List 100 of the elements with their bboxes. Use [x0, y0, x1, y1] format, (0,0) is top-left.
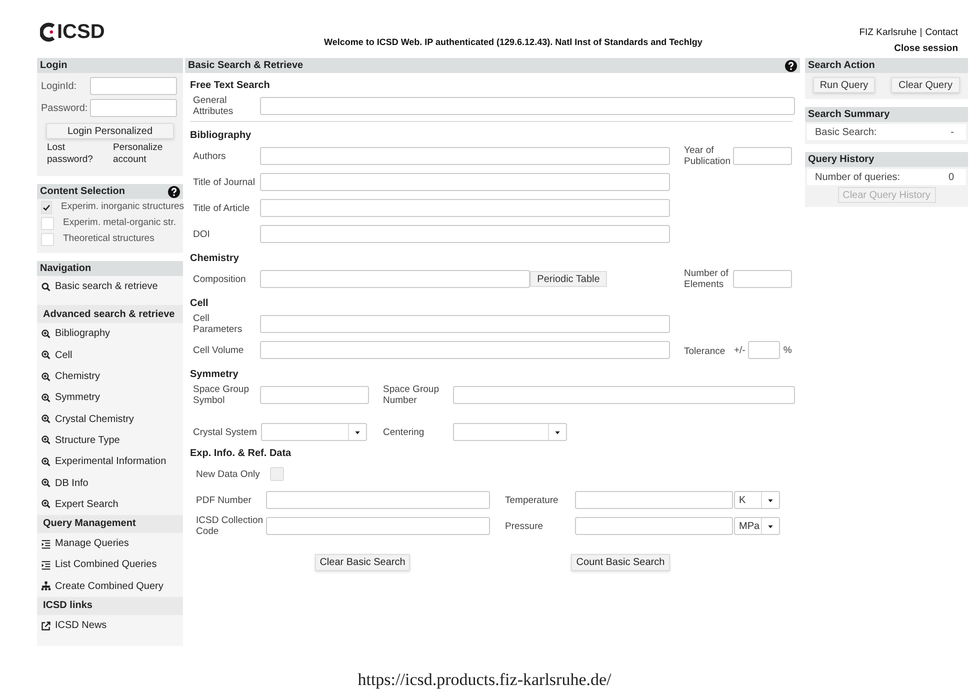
field-label: Cell Parameters [192, 313, 244, 335]
summary-label: Basic Search: [815, 126, 877, 140]
section-title: Free Text Search [190, 79, 271, 93]
input-field[interactable] [260, 270, 530, 288]
zoom-in-icon [41, 392, 51, 403]
query-button[interactable]: Run Query [813, 77, 875, 93]
field-label: Tolerance [684, 346, 726, 356]
nav-subheader: Advanced search & retrieve [37, 305, 183, 324]
field-label: Temperature [505, 494, 560, 506]
caret-icon [354, 428, 361, 436]
nav-item[interactable]: Bibliography [37, 323, 183, 345]
hierarchy-icon [41, 581, 51, 592]
checkbox[interactable] [41, 201, 52, 214]
input-field[interactable] [260, 341, 670, 359]
zoom-in-icon [41, 328, 51, 339]
select-value: K [738, 494, 747, 508]
zoom-in-icon [41, 350, 51, 360]
nav-item[interactable]: Symmetry [37, 387, 183, 408]
zoom-in-icon [41, 456, 51, 467]
input-field[interactable] [733, 270, 792, 288]
field-label: Year of Publication [684, 145, 732, 167]
external-link-icon [41, 620, 51, 630]
field-label: PDF Number [195, 494, 252, 506]
list-icon [41, 538, 51, 549]
section-header: Login [37, 58, 183, 73]
input-field[interactable] [260, 97, 795, 115]
input-field[interactable] [260, 199, 670, 217]
check-icon [42, 203, 51, 212]
nav-item[interactable]: DB Info [37, 472, 183, 494]
checkbox[interactable] [41, 233, 54, 246]
summary-value: - [950, 126, 954, 140]
section-title: Exp. Info. & Ref. Data [190, 447, 292, 461]
section-header: Query History [805, 152, 968, 167]
account-link[interactable]: Personalize account [113, 142, 169, 166]
input-field[interactable] [260, 147, 670, 165]
field-label: Composition [192, 274, 247, 284]
input-field[interactable] [733, 147, 792, 165]
field-label: % [783, 344, 792, 356]
input-field[interactable] [748, 341, 780, 359]
header-link[interactable]: FIZ Karlsruhe [859, 26, 917, 40]
nav-item[interactable]: ICSD News [37, 614, 183, 636]
field-label: Cell Volume [192, 344, 245, 356]
header-link[interactable]: Contact [925, 26, 958, 40]
nav-item[interactable]: Structure Type [37, 430, 183, 452]
nav-item[interactable]: Crystal Chemistry [37, 408, 183, 430]
zoom-in-icon [41, 435, 51, 446]
nav-item[interactable]: Chemistry [37, 366, 183, 388]
input-field[interactable] [266, 491, 490, 509]
field-label: Number of Elements [684, 268, 730, 290]
section-title: Cell [190, 297, 210, 311]
field-label: Space Group Symbol [192, 384, 250, 406]
input-field[interactable] [260, 225, 670, 243]
field-label: Title of Journal [192, 176, 256, 188]
input-field[interactable] [90, 99, 177, 117]
input-field[interactable] [266, 517, 490, 535]
select-field[interactable]: K [734, 491, 780, 509]
summary-value: 0 [948, 170, 954, 184]
input-field[interactable] [260, 315, 670, 333]
checkbox[interactable] [270, 467, 284, 481]
select-field[interactable]: MPa [734, 517, 780, 535]
nav-item[interactable]: Manage Queries [37, 532, 183, 554]
field-label: Space Group Number [383, 384, 440, 406]
nav-subheader: ICSD links [37, 596, 183, 615]
field-label: LoginId: [41, 80, 78, 94]
section-title: Basic Search & Retrieve [188, 59, 304, 73]
checkbox[interactable] [41, 217, 54, 230]
field-label: Pressure [505, 520, 544, 532]
input-field[interactable] [260, 386, 369, 404]
section-title: Content Selection [40, 185, 126, 199]
form-button[interactable]: Count Basic Search [571, 554, 670, 571]
nav-item[interactable]: Cell [37, 344, 183, 366]
section-title: Symmetry [190, 368, 240, 382]
input-field[interactable] [90, 77, 177, 95]
zoom-in-icon [41, 478, 51, 488]
input-field[interactable] [575, 517, 733, 535]
close-session-link[interactable]: Close session [894, 42, 958, 56]
nav-item[interactable]: List Combined Queries [37, 554, 183, 576]
nav-item[interactable]: Basic search & retrieve [37, 276, 183, 298]
form-button[interactable]: Clear Basic Search [315, 554, 410, 571]
periodic-table-button[interactable]: Periodic Table [530, 271, 607, 287]
select-field[interactable] [261, 423, 367, 441]
nav-item[interactable]: Expert Search [37, 494, 183, 515]
welcome-text: Welcome to ICSD Web. IP authenticated (129.6.12.43). Natl Inst of Standards and Techlgy [324, 36, 702, 49]
input-field[interactable] [260, 173, 670, 191]
field-label: General Attributes [192, 95, 234, 117]
caret-icon [767, 496, 774, 504]
checkbox-label: Experim. metal-organic str. [63, 216, 176, 230]
select-field[interactable] [453, 423, 567, 441]
field-label: +/- [734, 344, 746, 356]
account-link[interactable]: Lost password? [47, 142, 95, 166]
separator-text: | [920, 26, 922, 40]
query-button[interactable]: Clear Query [891, 77, 960, 93]
nav-item[interactable]: Create Combined Query [37, 576, 183, 597]
login-button[interactable]: Login Personalized [46, 123, 174, 139]
input-field[interactable] [575, 491, 733, 509]
zoom-in-icon [41, 414, 51, 424]
nav-item[interactable]: Experimental Information [37, 451, 183, 472]
caret-icon [767, 522, 774, 530]
input-field[interactable] [453, 386, 795, 404]
field-label: New Data Only [195, 468, 261, 480]
